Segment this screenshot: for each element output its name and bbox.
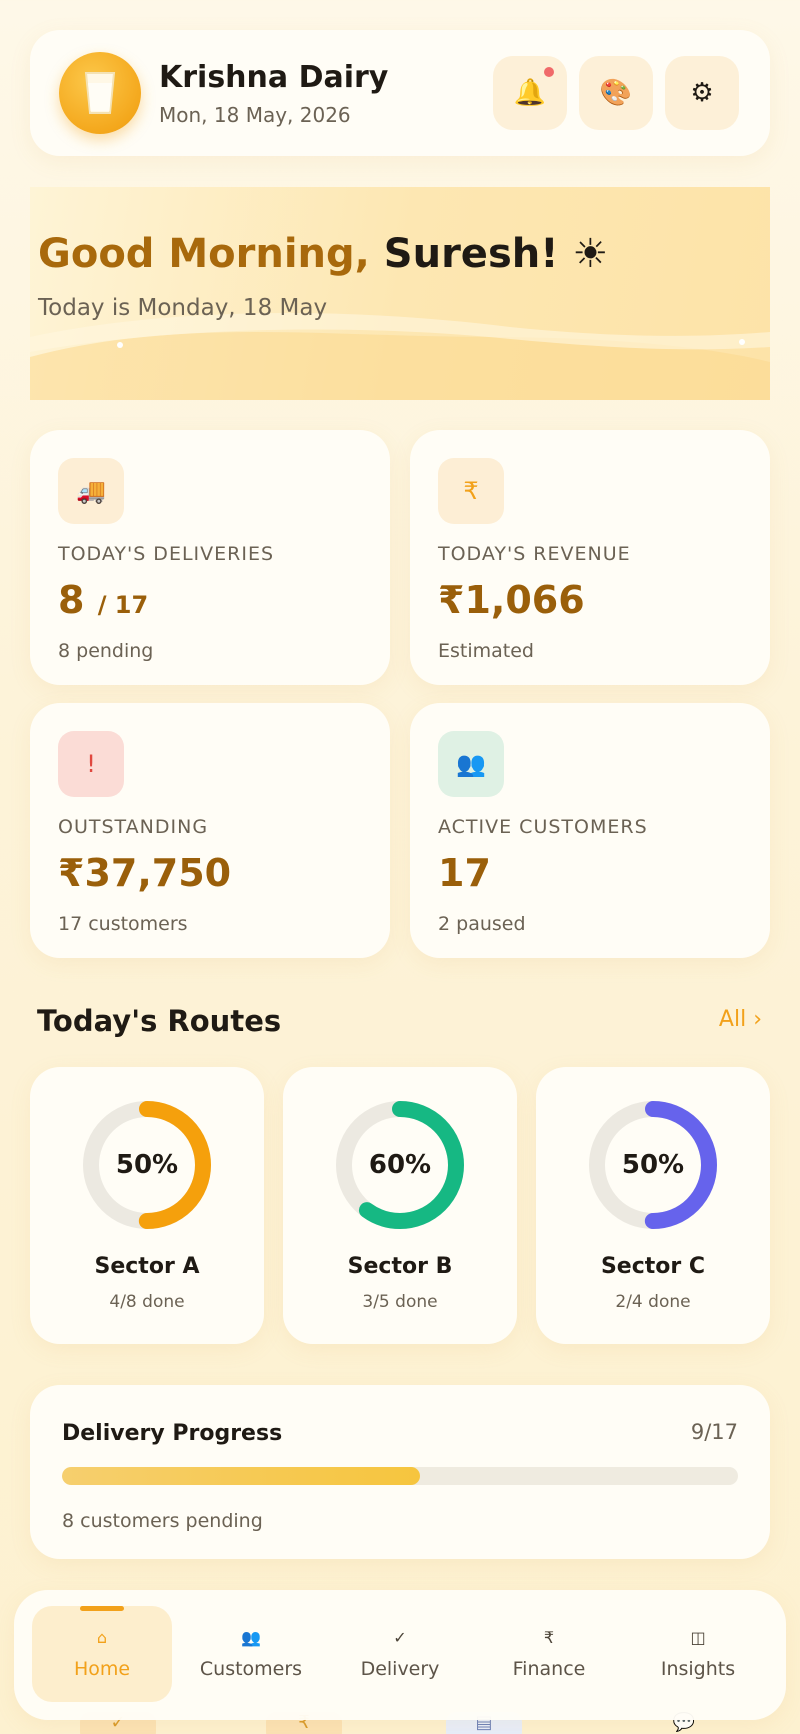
stat-value: ₹1,066 xyxy=(438,578,585,622)
stat-value: 8 / 17 xyxy=(58,578,148,622)
progress-track xyxy=(62,1467,738,1485)
greeting-title: Good Morning, Suresh! ☀ xyxy=(38,231,608,277)
palette-icon: 🎨 xyxy=(599,78,633,108)
stat-sub: 8 pending xyxy=(58,640,154,662)
route-name: Sector C xyxy=(600,1254,706,1279)
bottom-navigation: ⌂ Home 👥 Customers ✓ Delivery ₹ Finance … xyxy=(14,1590,786,1720)
route-card-sector-b[interactable]: 60% Sector B 3/5 done xyxy=(283,1067,517,1344)
stat-card-deliveries[interactable]: 🚚 TODAY'S DELIVERIES 8 / 17 8 pending xyxy=(30,430,390,685)
delivery-progress-card: Delivery Progress 9/17 8 customers pendi… xyxy=(30,1385,770,1559)
notification-button[interactable]: 🔔 xyxy=(493,56,567,130)
route-name: Sector A xyxy=(94,1254,200,1279)
nav-customers[interactable]: 👥 Customers xyxy=(181,1606,321,1702)
stat-label: TODAY'S REVENUE xyxy=(438,543,631,565)
stat-label: OUTSTANDING xyxy=(58,816,209,838)
greeting-text: Good Morning, xyxy=(38,231,370,277)
greeting-subtitle: Today is Monday, 18 May xyxy=(38,295,328,321)
nav-label: Insights xyxy=(660,1658,736,1680)
bell-icon: 🔔 xyxy=(513,78,547,108)
stat-label: TODAY'S DELIVERIES xyxy=(58,543,275,565)
stat-value-main: 8 xyxy=(58,578,85,622)
route-percent: 60% xyxy=(368,1150,432,1180)
greeting-banner: Good Morning, Suresh! ☀ Today is Monday,… xyxy=(30,187,770,400)
check-icon: ✓ xyxy=(393,1628,407,1647)
stat-label: ACTIVE CUSTOMERS xyxy=(438,816,648,838)
sun-icon: ☀ xyxy=(572,231,609,277)
routes-all-link[interactable]: All › xyxy=(719,1007,762,1032)
banner-wave-decoration xyxy=(30,313,770,400)
stat-value: ₹37,750 xyxy=(58,851,232,895)
nav-label: Finance xyxy=(512,1658,586,1680)
stat-value: 17 xyxy=(438,851,491,895)
alert-icon: ! xyxy=(58,731,124,797)
home-icon: ⌂ xyxy=(96,1628,108,1647)
nav-home[interactable]: ⌂ Home xyxy=(32,1606,172,1702)
header-date: Mon, 18 May, 2026 xyxy=(159,103,351,127)
users-icon: 👥 xyxy=(438,731,504,797)
user-name: Suresh! xyxy=(383,231,559,277)
nav-label: Home xyxy=(73,1658,131,1680)
app-header: Krishna Dairy Mon, 18 May, 2026 🔔 🎨 ⚙ xyxy=(30,30,770,156)
business-name: Krishna Dairy xyxy=(159,60,389,95)
active-indicator xyxy=(80,1606,124,1611)
route-card-sector-a[interactable]: 50% Sector A 4/8 done xyxy=(30,1067,264,1344)
route-percent: 50% xyxy=(115,1150,179,1180)
nav-finance[interactable]: ₹ Finance xyxy=(479,1606,619,1702)
stat-sub: 2 paused xyxy=(438,913,526,935)
theme-button[interactable]: 🎨 xyxy=(579,56,653,130)
nav-label: Customers xyxy=(199,1658,303,1680)
stat-sub: Estimated xyxy=(438,640,534,662)
settings-button[interactable]: ⚙ xyxy=(665,56,739,130)
progress-subtitle: 8 customers pending xyxy=(62,1510,263,1532)
stat-card-outstanding[interactable]: ! OUTSTANDING ₹37,750 17 customers xyxy=(30,703,390,958)
nav-delivery[interactable]: ✓ Delivery xyxy=(330,1606,470,1702)
nav-label: Delivery xyxy=(360,1658,440,1680)
milk-glass-icon xyxy=(59,52,141,134)
stat-sub: 17 customers xyxy=(58,913,188,935)
progress-fill xyxy=(62,1467,420,1485)
truck-icon: 🚚 xyxy=(58,458,124,524)
route-name: Sector B xyxy=(347,1254,453,1279)
progress-count: 9/17 xyxy=(690,1420,738,1444)
stat-card-revenue[interactable]: ₹ TODAY'S REVENUE ₹1,066 Estimated xyxy=(410,430,770,685)
route-done: 2/4 done xyxy=(615,1292,691,1312)
route-done: 4/8 done xyxy=(109,1292,185,1312)
stat-value-suffix: / 17 xyxy=(97,591,149,619)
progress-title: Delivery Progress xyxy=(62,1421,283,1446)
nav-insights[interactable]: ◫ Insights xyxy=(628,1606,768,1702)
route-done: 3/5 done xyxy=(362,1292,438,1312)
gear-icon: ⚙ xyxy=(690,78,714,108)
rupee-icon: ₹ xyxy=(543,1628,555,1647)
route-percent: 50% xyxy=(621,1150,685,1180)
route-card-sector-c[interactable]: 50% Sector C 2/4 done xyxy=(536,1067,770,1344)
rupee-icon: ₹ xyxy=(438,458,504,524)
users-icon: 👥 xyxy=(241,1628,261,1647)
notification-badge xyxy=(544,67,554,77)
book-icon: ◫ xyxy=(690,1628,706,1647)
routes-section-title: Today's Routes xyxy=(37,1004,282,1038)
stat-card-active-customers[interactable]: 👥 ACTIVE CUSTOMERS 17 2 paused xyxy=(410,703,770,958)
